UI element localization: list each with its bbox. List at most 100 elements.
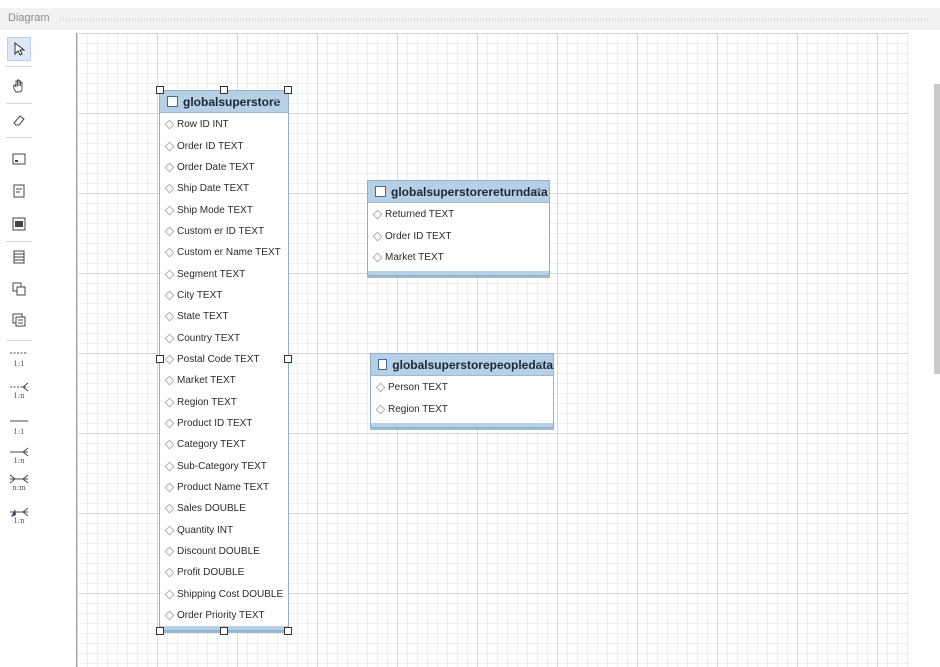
column-label: Order ID TEXT [385, 230, 452, 242]
column-label: Discount DOUBLE [177, 546, 260, 558]
relation-1-1-identifying-icon[interactable]: 1:1 [8, 416, 30, 438]
column-row[interactable]: Product ID TEXT [160, 413, 288, 434]
column-label: Ship Date TEXT [177, 183, 250, 195]
column-row[interactable]: Order ID TEXT [368, 225, 549, 246]
column-row[interactable]: Person TEXT [371, 377, 553, 398]
column-row[interactable]: Order Date TEXT [160, 157, 288, 178]
image-icon[interactable] [8, 213, 30, 235]
column-list: Row ID INT Order ID TEXT Order Date TEXT Sh… [160, 113, 288, 626]
column-diamond-icon [164, 354, 175, 365]
titlebar-grip [60, 18, 930, 21]
column-diamond-icon [164, 119, 175, 130]
column-label: Row ID INT [177, 119, 229, 131]
column-diamond-icon [164, 183, 175, 194]
column-diamond-icon [164, 418, 175, 429]
column-row[interactable]: Sub-Category TEXT [160, 456, 288, 477]
hand-icon[interactable] [8, 75, 30, 97]
column-list: Person TEXT Region TEXT [371, 376, 553, 420]
pointer-icon[interactable] [7, 37, 31, 61]
resize-handle[interactable] [284, 627, 292, 635]
column-row[interactable]: Discount DOUBLE [160, 541, 288, 562]
column-row[interactable]: Profit DOUBLE [160, 562, 288, 583]
resize-handle[interactable] [220, 86, 228, 94]
table-globalsuperstore[interactable]: globalsuperstore ▼ Row ID INT Order ID TE… [159, 90, 289, 632]
table-icon [375, 186, 386, 197]
column-diamond-icon [164, 397, 175, 408]
column-label: Quantity INT [177, 524, 234, 536]
relation-label: 1:n [13, 457, 25, 465]
table-globalsuperstorepeopledata[interactable]: globalsuperstorepeopledata ▼ Person TEXT… [370, 353, 554, 428]
column-label: Custom er ID TEXT [177, 225, 265, 237]
collapse-arrow-icon[interactable]: ▼ [537, 359, 546, 369]
column-diamond-icon [375, 382, 386, 393]
column-row[interactable]: Postal Code TEXT [160, 349, 288, 370]
table-header[interactable]: globalsuperstore ▼ [160, 91, 288, 113]
column-row[interactable]: Shipping Cost DOUBLE [160, 584, 288, 605]
resize-handle[interactable] [220, 627, 228, 635]
column-row[interactable]: Sales DOUBLE [160, 498, 288, 519]
note-icon[interactable] [8, 180, 30, 202]
eraser-icon[interactable] [8, 109, 30, 131]
column-row[interactable]: City TEXT [160, 285, 288, 306]
column-row[interactable]: Country TEXT [160, 327, 288, 348]
column-row[interactable]: Ship Mode TEXT [160, 199, 288, 220]
relation-1-1-non-identifying-icon[interactable]: 1:1 [8, 348, 30, 370]
column-row[interactable]: Market TEXT [160, 370, 288, 391]
relation-1-n-existing-columns-icon[interactable]: 1:n [8, 505, 30, 527]
vertical-scrollbar[interactable] [934, 84, 940, 374]
column-diamond-icon [164, 333, 175, 344]
relation-label: 1:n [13, 392, 25, 400]
relation-label: 1:1 [13, 360, 25, 368]
column-label: Postal Code TEXT [177, 353, 260, 365]
resize-handle[interactable] [284, 86, 292, 94]
column-row[interactable]: Segment TEXT [160, 263, 288, 284]
column-row[interactable]: Market TEXT [368, 247, 549, 268]
column-row[interactable]: Returned TEXT [368, 204, 549, 225]
relation-1-n-identifying-icon[interactable]: 1:n [8, 445, 30, 467]
column-diamond-icon [164, 546, 175, 557]
column-diamond-icon [164, 311, 175, 322]
relation-label: 1:n [13, 517, 25, 525]
column-label: Region TEXT [388, 403, 448, 415]
column-label: Segment TEXT [177, 268, 246, 280]
column-label: Market TEXT [385, 251, 444, 263]
column-row[interactable]: Custom er ID TEXT [160, 221, 288, 242]
resize-handle[interactable] [156, 86, 164, 94]
routine-group-icon[interactable] [8, 309, 30, 331]
relation-1-n-non-identifying-icon[interactable]: 1:n [8, 380, 30, 402]
column-label: Market TEXT [177, 375, 236, 387]
column-row[interactable]: Quantity INT [160, 520, 288, 541]
relation-n-m-identifying-icon[interactable]: n:m [8, 472, 30, 494]
view-icon[interactable] [8, 278, 30, 300]
column-diamond-icon [164, 439, 175, 450]
collapse-arrow-icon[interactable]: ▼ [533, 186, 542, 196]
column-row[interactable]: Category TEXT [160, 434, 288, 455]
column-label: Category TEXT [177, 439, 246, 451]
column-row[interactable]: Custom er Name TEXT [160, 242, 288, 263]
column-row[interactable]: Ship Date TEXT [160, 178, 288, 199]
table-icon[interactable] [8, 246, 30, 268]
column-diamond-icon [164, 162, 175, 173]
column-row[interactable]: Order ID TEXT [160, 135, 288, 156]
table-header[interactable]: globalsuperstorepeopledata ▼ [371, 354, 553, 376]
column-row[interactable]: Region TEXT [371, 398, 553, 419]
resize-handle[interactable] [156, 627, 164, 635]
column-row[interactable]: Region TEXT [160, 391, 288, 412]
column-label: Sub-Category TEXT [177, 460, 267, 472]
column-label: Product Name TEXT [177, 482, 270, 494]
resize-handle[interactable] [284, 355, 292, 363]
column-row[interactable]: Product Name TEXT [160, 477, 288, 498]
table-icon [378, 359, 388, 370]
column-row[interactable]: Order Priority TEXT [160, 605, 288, 626]
column-label: Order Priority TEXT [177, 610, 265, 622]
layer-icon[interactable] [8, 148, 30, 170]
collapse-arrow-icon[interactable]: ▼ [272, 96, 281, 106]
table-globalsuperstorereturndata[interactable]: globalsuperstorereturndata ▼ Returned TE… [367, 180, 550, 277]
table-footer [368, 271, 549, 276]
column-row[interactable]: State TEXT [160, 306, 288, 327]
column-row[interactable]: Row ID INT [160, 114, 288, 135]
relation-label: 1:1 [13, 428, 25, 436]
table-header[interactable]: globalsuperstorereturndata ▼ [368, 181, 549, 203]
diagram-titlebar: Diagram [0, 8, 940, 30]
resize-handle[interactable] [156, 355, 164, 363]
